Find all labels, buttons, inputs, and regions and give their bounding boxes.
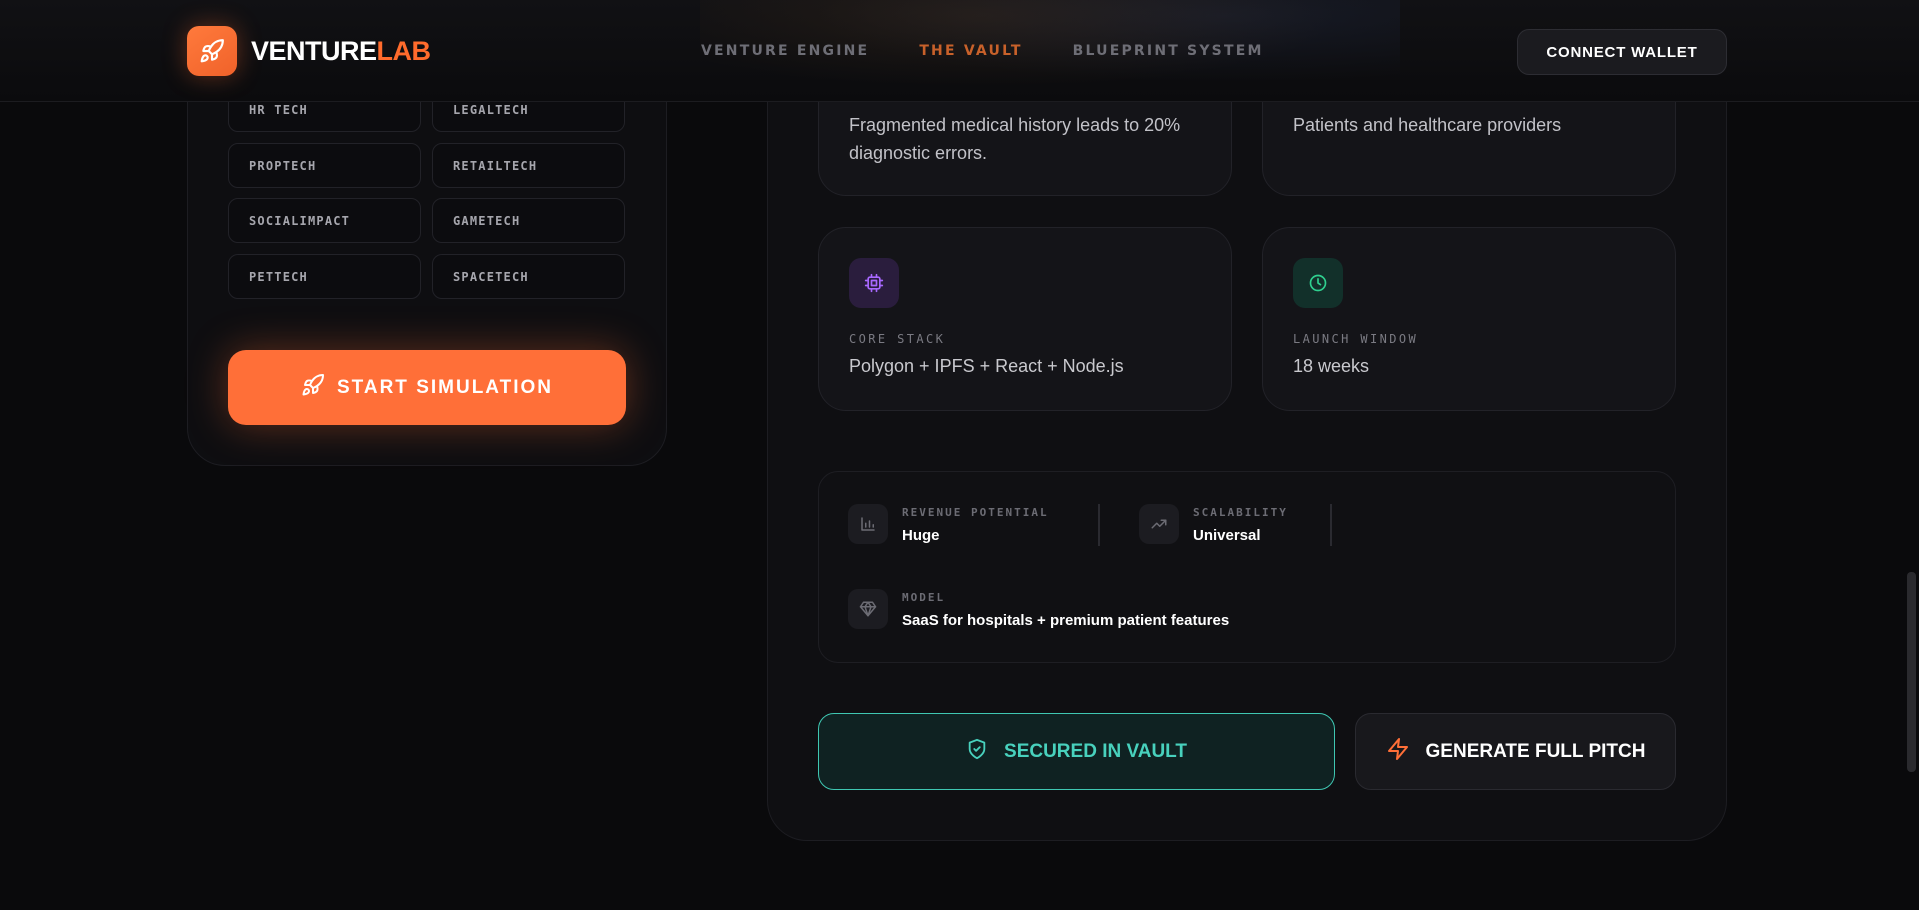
rocket-icon (301, 373, 325, 403)
logo-text-primary: VENTURE (251, 35, 377, 66)
problem-text: Fragmented medical history leads to 20% … (849, 115, 1181, 163)
top-navbar: VENTURELAB VENTURE ENGINE THE VAULT BLUE… (0, 0, 1919, 102)
main-nav: VENTURE ENGINE THE VAULT BLUEPRINT SYSTE… (701, 43, 1264, 59)
sector-chip-gametech[interactable]: GAMETECH (432, 198, 625, 243)
nav-the-vault[interactable]: THE VAULT (919, 43, 1022, 59)
generate-full-pitch-button[interactable]: GENERATE FULL PITCH (1355, 713, 1676, 790)
nav-venture-engine[interactable]: VENTURE ENGINE (701, 43, 869, 59)
metric-divider (1330, 504, 1332, 546)
business-metrics: REVENUE POTENTIAL Huge SCALABILITY Unive… (818, 471, 1676, 663)
logo-text-accent: LAB (376, 35, 432, 66)
secured-in-vault-label: SECURED IN VAULT (1004, 740, 1187, 762)
sector-chip-retailtech[interactable]: RETAILTECH (432, 143, 625, 188)
launch-window-value: 18 weeks (1293, 356, 1370, 376)
shield-check-icon (966, 738, 988, 766)
core-stack-card: CORE STACK Polygon + IPFS + React + Node… (818, 227, 1232, 411)
model-value: SaaS for hospitals + premium patient fea… (902, 612, 1230, 629)
bar-chart-icon (848, 504, 888, 544)
launch-window-label: LAUNCH WINDOW (1293, 332, 1419, 346)
scalability-label: SCALABILITY (1193, 506, 1288, 519)
scalability-metric: SCALABILITY Universal (1139, 504, 1288, 544)
diamond-icon (848, 589, 888, 629)
model-label: MODEL (902, 591, 946, 604)
page-scrollbar[interactable] (1907, 572, 1916, 772)
revenue-potential-value: Huge (902, 527, 940, 544)
connect-wallet-button[interactable]: CONNECT WALLET (1517, 29, 1727, 75)
sector-chip-pettech[interactable]: PETTECH (228, 254, 421, 299)
sector-chip-spacetech[interactable]: SPACETECH (432, 254, 625, 299)
nav-blueprint-system[interactable]: BLUEPRINT SYSTEM (1073, 43, 1264, 59)
target-audience-text: Patients and healthcare providers (1293, 115, 1562, 135)
logo-text: VENTURELAB (251, 36, 431, 67)
start-simulation-label: START SIMULATION (337, 376, 553, 398)
core-stack-value: Polygon + IPFS + React + Node.js (849, 356, 1124, 376)
sector-chip-proptech[interactable]: PROPTECH (228, 143, 421, 188)
secured-in-vault-button[interactable]: SECURED IN VAULT (818, 713, 1335, 790)
rocket-icon (187, 26, 237, 76)
metric-divider (1098, 504, 1100, 546)
generate-full-pitch-label: GENERATE FULL PITCH (1425, 740, 1646, 762)
logo[interactable]: VENTURELAB (187, 26, 431, 76)
clock-icon (1293, 258, 1343, 308)
launch-window-card: LAUNCH WINDOW 18 weeks (1262, 227, 1676, 411)
trending-up-icon (1139, 504, 1179, 544)
start-simulation-button[interactable]: START SIMULATION (228, 350, 626, 425)
cpu-icon (849, 258, 899, 308)
scalability-value: Universal (1193, 527, 1261, 544)
model-metric: MODEL SaaS for hospitals + premium patie… (848, 589, 1229, 629)
sector-chip-socialimpact[interactable]: SOCIALIMPACT (228, 198, 421, 243)
revenue-potential-metric: REVENUE POTENTIAL Huge (848, 504, 1049, 544)
lightning-icon (1386, 737, 1410, 767)
core-stack-label: CORE STACK (849, 332, 946, 346)
revenue-potential-label: REVENUE POTENTIAL (902, 506, 1049, 519)
